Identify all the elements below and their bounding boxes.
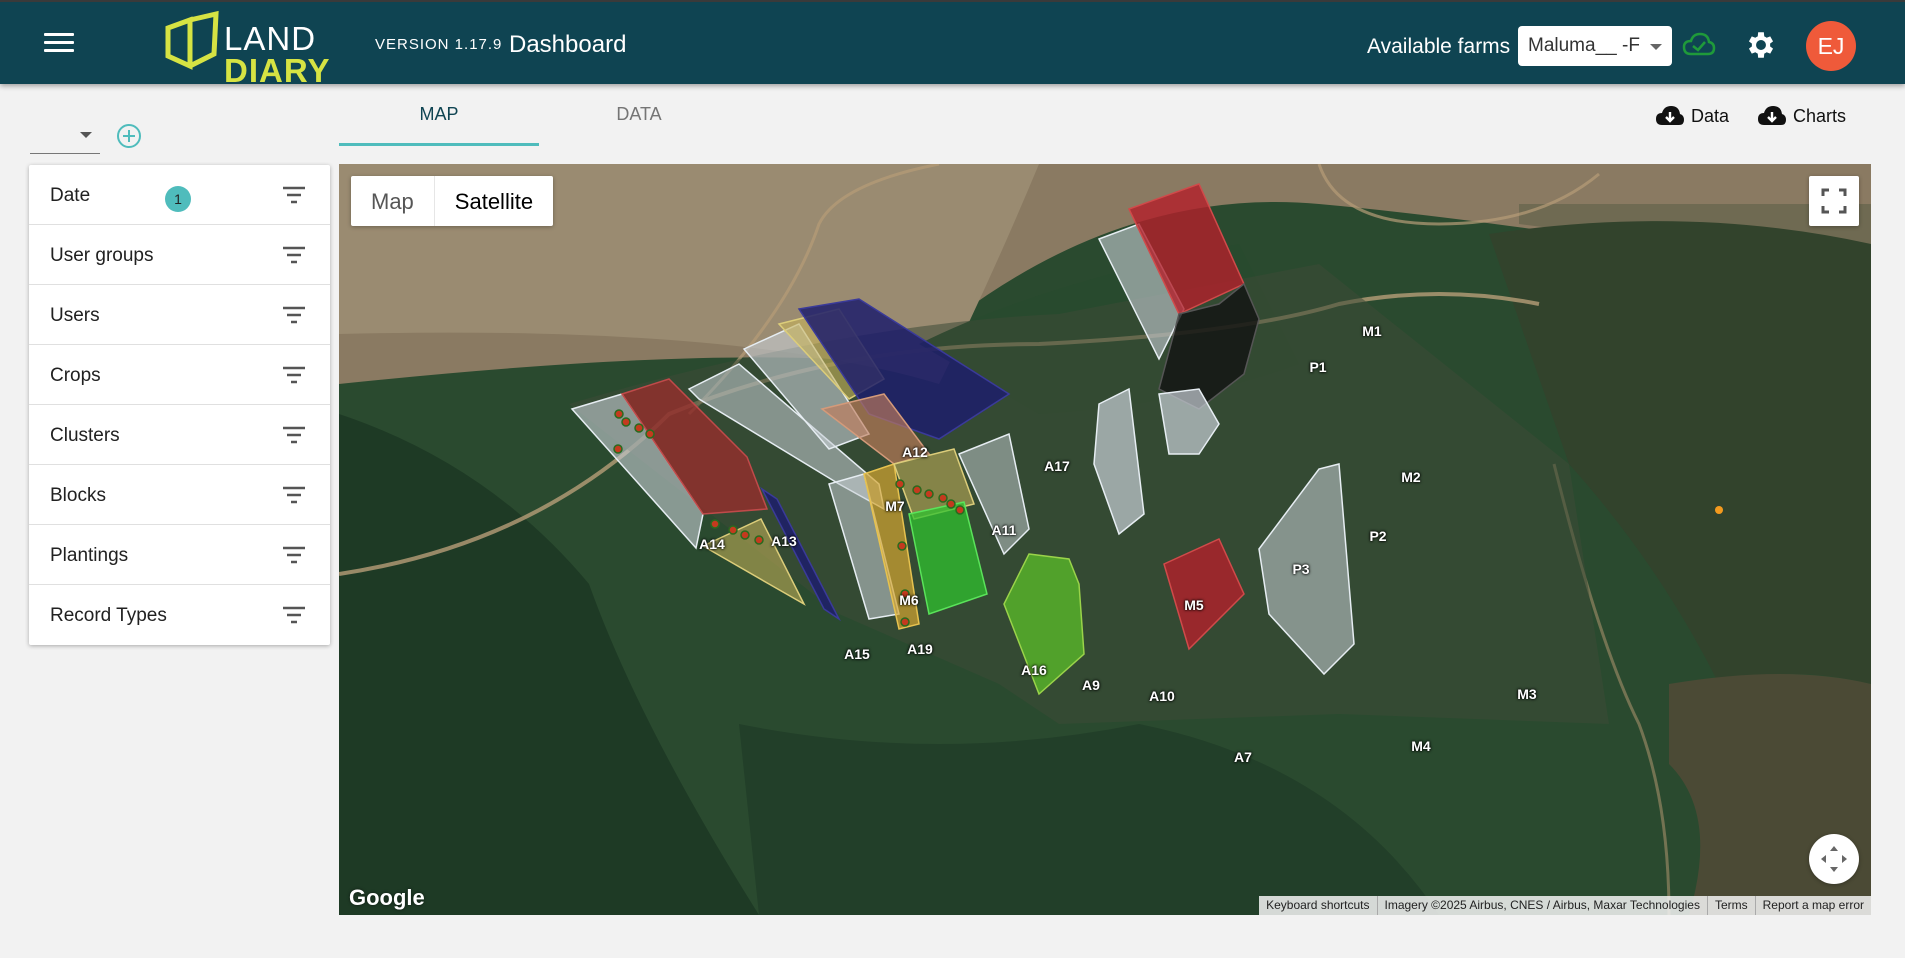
farm-select[interactable]: Maluma__ -F [1518,26,1672,66]
page-title: Dashboard [509,31,627,58]
download-data-button[interactable]: Data [1655,104,1735,130]
filter-label: User groups [50,245,154,266]
filter-list-icon[interactable] [282,425,306,445]
filter-preset-select[interactable] [30,118,100,154]
filter-date[interactable]: Date 1 [29,165,330,225]
logo-diary-text: DIARY [224,52,331,89]
chevron-down-icon [1650,44,1662,50]
map-pan-control[interactable] [1809,834,1859,884]
satellite-imagery [339,164,1871,915]
filter-list-icon[interactable] [282,365,306,385]
chevron-down-icon [80,132,92,138]
gear-icon[interactable] [1744,28,1778,62]
download-charts-button[interactable]: Charts [1757,104,1852,130]
satellite-map[interactable]: M1 P1 M2 P2 P3 M3 M4 M5 M6 M7 A7 A9 A10 … [339,164,1871,915]
filter-list-icon[interactable] [282,485,306,505]
filter-count-badge: 1 [165,186,191,212]
filter-list-icon[interactable] [282,245,306,265]
cloud-check-icon [1682,32,1716,56]
farm-select-value: Maluma__ -F [1528,35,1640,56]
add-circle-icon[interactable] [115,122,143,150]
land-diary-logo[interactable]: LAND DIARY [158,10,329,89]
fullscreen-icon [1821,188,1847,214]
filter-plantings[interactable]: Plantings [29,525,330,585]
map-type-control: Map Satellite [351,176,554,226]
map-attribution-bar: Keyboard shortcuts Imagery ©2025 Airbus,… [1259,896,1871,915]
map-type-map-button[interactable]: Map [351,176,435,226]
filter-list-icon[interactable] [282,545,306,565]
version-label: VERSION 1.17.9 [375,36,503,53]
menu-icon[interactable] [44,30,74,54]
filter-label: Plantings [50,545,129,566]
filter-label: Blocks [50,485,106,506]
available-farms-label: Available farms [1367,35,1511,58]
map-type-satellite-button[interactable]: Satellite [435,176,553,226]
download-charts-label: Charts [1793,106,1847,126]
filter-panel: Date 1 User groups Users Crops Clusters … [29,165,330,645]
user-avatar[interactable]: EJ [1806,21,1856,71]
fullscreen-button[interactable] [1809,176,1859,226]
filter-record-types[interactable]: Record Types [29,585,330,645]
download-data-label: Data [1691,106,1730,126]
filter-label: Crops [50,365,101,386]
tab-data[interactable]: DATA [539,104,739,146]
filter-crops[interactable]: Crops [29,345,330,405]
app-header: LAND DIARY VERSION 1.17.9 Dashboard Avai… [0,0,1905,89]
cloud-download-icon [1758,106,1786,125]
filter-label: Record Types [50,605,167,626]
filter-label: Clusters [50,425,120,446]
filter-user-groups[interactable]: User groups [29,225,330,285]
filter-label: Date [50,185,91,206]
keyboard-shortcuts-link[interactable]: Keyboard shortcuts [1259,896,1378,915]
tab-map[interactable]: MAP [339,104,539,146]
imagery-attribution: Imagery ©2025 Airbus, CNES / Airbus, Max… [1378,896,1708,915]
report-map-error-link[interactable]: Report a map error [1756,896,1871,915]
filter-list-icon[interactable] [282,305,306,325]
filter-label: Users [50,305,100,326]
filter-blocks[interactable]: Blocks [29,465,330,525]
filter-list-icon[interactable] [282,185,306,205]
filter-list-icon[interactable] [282,605,306,625]
filter-users[interactable]: Users [29,285,330,345]
terms-link[interactable]: Terms [1708,896,1756,915]
google-logo: Google [349,885,425,910]
cloud-download-icon [1656,106,1684,125]
pan-arrows-icon [1821,846,1847,872]
filter-clusters[interactable]: Clusters [29,405,330,465]
